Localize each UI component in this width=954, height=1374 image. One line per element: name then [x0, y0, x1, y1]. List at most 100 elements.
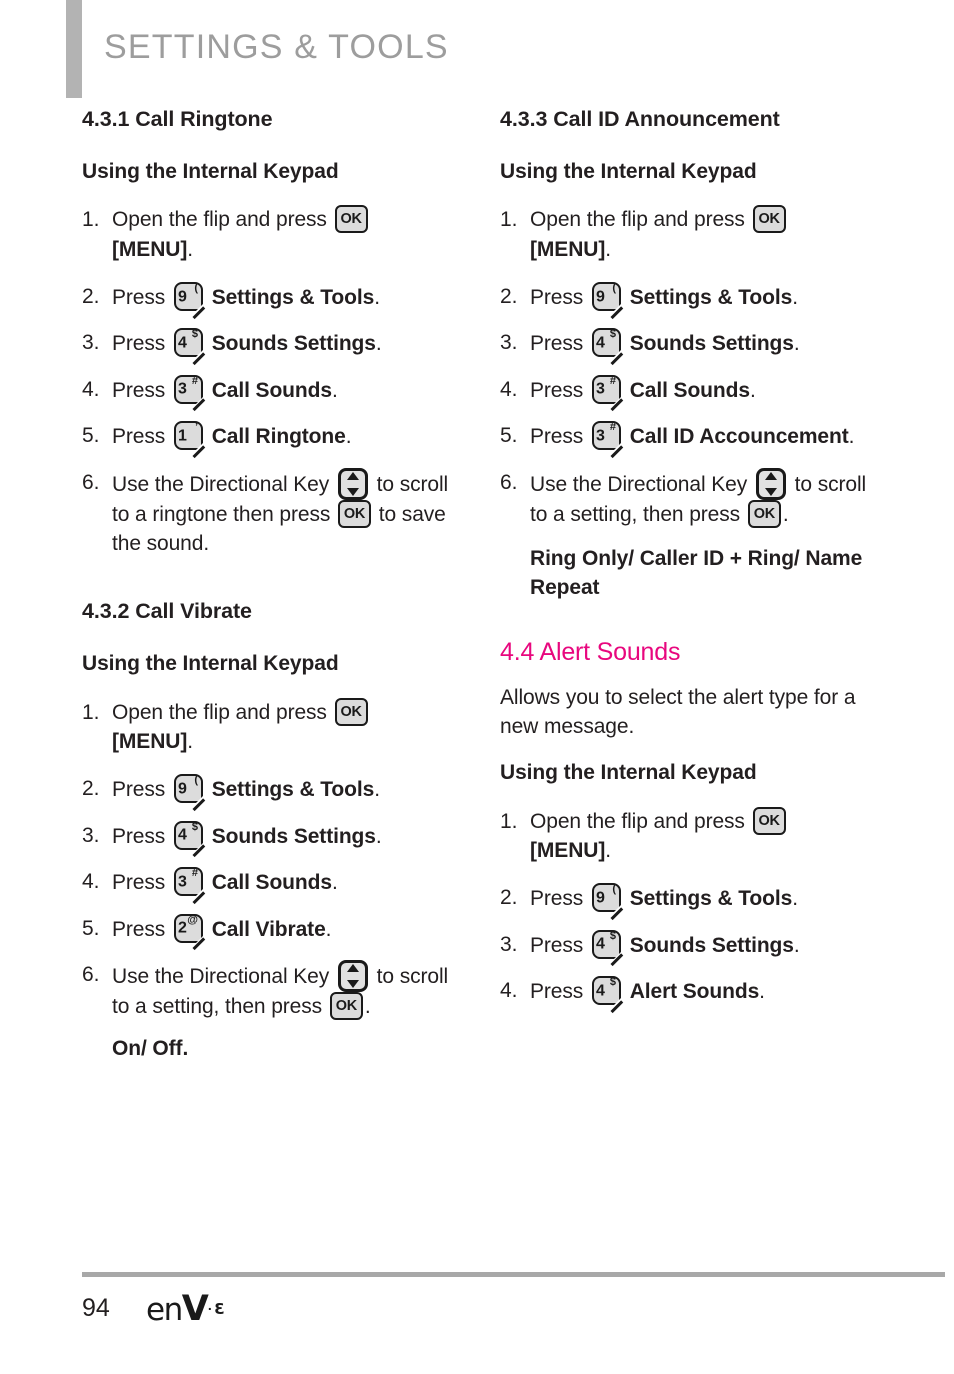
step-item: 1. Open the flip and press OK [MENU].: [82, 205, 464, 264]
key-superscript: #: [191, 867, 198, 880]
keypad-key-3-icon: 3 #: [591, 421, 623, 458]
step-number: 5.: [82, 424, 100, 448]
step-text: Press: [112, 917, 166, 941]
step-bold-target: Sounds Settings: [211, 332, 376, 356]
keypad-key-4-icon: 4 $: [173, 820, 205, 858]
step-period: .: [749, 378, 756, 402]
step-number: 5.: [82, 916, 100, 940]
step-text: Open the flip and press: [112, 208, 327, 232]
step-bold-target: Settings & Tools: [629, 887, 793, 911]
step-period: .: [187, 729, 193, 753]
step-item: 1. Open the flip and press OK [MENU].: [82, 697, 464, 757]
step-item: 3. Press 4 $ Sounds Settings.: [500, 929, 882, 966]
step-period: .: [793, 332, 800, 356]
key-digit: 9: [595, 889, 605, 907]
step-text: Use the Directional Key: [530, 472, 748, 496]
section-4-3-3-heading: 4.3.3 Call ID Announcement: [500, 107, 780, 131]
step-text: Open the flip and press: [530, 809, 745, 833]
step-number: 3.: [500, 331, 518, 355]
key-digit: 4: [595, 982, 605, 1000]
logo-text-v: V: [181, 1289, 209, 1329]
step-number: 4.: [500, 979, 518, 1003]
section-4-3-2-keypad-heading: Using the Internal Keypad: [82, 652, 339, 676]
key-digit: 9: [177, 288, 187, 306]
directional-key-icon: [337, 959, 368, 992]
step-period: .: [331, 378, 338, 402]
step-period: .: [792, 286, 798, 310]
keypad-key-2-icon: 2 @: [173, 913, 205, 950]
step-item: 5. Press 2 @ Call Vibrate.: [82, 913, 464, 950]
step-text: Press: [530, 286, 584, 310]
keypad-key-4-icon: 4 $: [173, 328, 205, 365]
key-superscript: (: [194, 282, 198, 295]
step-item: 2. Press 9 ( Settings & Tools.: [500, 282, 882, 319]
key-superscript: ’: [194, 421, 198, 434]
step-period: .: [375, 332, 382, 356]
key-digit: 3: [595, 380, 605, 398]
step-text: Use the Directional Key: [112, 964, 330, 988]
key-superscript: (: [194, 774, 198, 787]
keypad-key-4-icon: 4 $: [591, 328, 623, 365]
directional-key-icon: [337, 467, 368, 500]
ok-key-label: OK: [335, 997, 357, 1014]
section-4-3-3: 4.3.3 Call ID Announcement Using the Int…: [500, 106, 882, 603]
step-bold-target: Call Ringtone: [211, 425, 346, 449]
section-4-3-2-heading: 4.3.2 Call Vibrate: [82, 599, 252, 624]
section-4-3-1-keypad-heading: Using the Internal Keypad: [82, 159, 339, 183]
key-digit: 4: [177, 826, 187, 844]
section-4-3-1: 4.3.1 Call Ringtone Using the Internal K…: [82, 106, 464, 558]
section-4-3-3-options: Ring Only/ Caller ID + Ring/ Name Repeat: [530, 546, 863, 599]
step-text-tail: .: [782, 502, 789, 526]
step-number: 1.: [500, 809, 518, 833]
step-item: 3. Press 4 $ Sounds Settings.: [82, 820, 464, 858]
step-number: 2.: [500, 886, 518, 910]
step-bold-target: Sounds Settings: [629, 933, 794, 957]
header-accent-bar: [66, 0, 82, 98]
step-item: 1. Open the flip and press OK [MENU].: [500, 205, 882, 264]
step-period: .: [375, 824, 382, 848]
step-text: Press: [530, 425, 584, 449]
step-item: 5. Press 1 ’ Call Ringtone.: [82, 421, 464, 458]
page-title: SETTINGS & TOOLS: [104, 28, 449, 66]
step-period: .: [848, 425, 855, 449]
step-item: 1. Open the flip and press OK [MENU].: [500, 806, 882, 866]
step-period: .: [331, 871, 338, 895]
step-number: 1.: [82, 700, 100, 724]
step-text: Press: [112, 286, 166, 310]
step-item: 6. Use the Directional Key to scroll to …: [82, 467, 464, 559]
keypad-key-9-icon: 9 (: [173, 774, 205, 811]
key-superscript: $: [609, 328, 616, 341]
key-digit: 2: [177, 919, 187, 937]
step-number: 1.: [500, 208, 518, 232]
keypad-key-9-icon: 9 (: [591, 282, 623, 319]
step-item: 3. Press 4 $ Sounds Settings.: [82, 328, 464, 365]
step-period: .: [374, 778, 380, 802]
ok-key-icon: OK: [338, 499, 371, 528]
step-number: 4.: [82, 870, 100, 894]
right-column: 4.3.3 Call ID Announcement Using the Int…: [500, 106, 882, 1013]
section-4-3-2: 4.3.2 Call Vibrate Using the Internal Ke…: [82, 598, 464, 1064]
step-bold-target: Settings & Tools: [211, 778, 375, 802]
step-item: 2. Press 9 ( Settings & Tools.: [82, 774, 464, 811]
step-item: 2. Press 9 ( Settings & Tools.: [500, 883, 882, 920]
step-period: .: [793, 933, 800, 957]
step-item: 4. Press 3 # Call Sounds.: [82, 867, 464, 904]
step-text: Press: [112, 824, 166, 848]
section-4-4-keypad-heading: Using the Internal Keypad: [500, 761, 757, 785]
ok-key-icon: OK: [329, 991, 363, 1020]
step-number: 6.: [500, 470, 518, 494]
ok-key-icon: OK: [752, 205, 786, 234]
keypad-key-3-icon: 3 #: [173, 374, 205, 412]
step-period: .: [345, 425, 352, 449]
step-number: 2.: [82, 777, 100, 801]
logo-superscript-3: 3: [213, 1299, 224, 1318]
step-bold-target: [MENU]: [112, 729, 188, 753]
key-digit: 4: [595, 935, 605, 953]
page-footer: 94 enV·3: [0, 1262, 954, 1374]
step-bold-target: Call Sounds: [211, 871, 332, 895]
step-number: 2.: [500, 285, 518, 309]
step-period: .: [187, 237, 193, 261]
ok-key-label: OK: [753, 505, 775, 522]
step-period: .: [325, 917, 332, 941]
keypad-key-3-icon: 3 #: [591, 374, 623, 412]
